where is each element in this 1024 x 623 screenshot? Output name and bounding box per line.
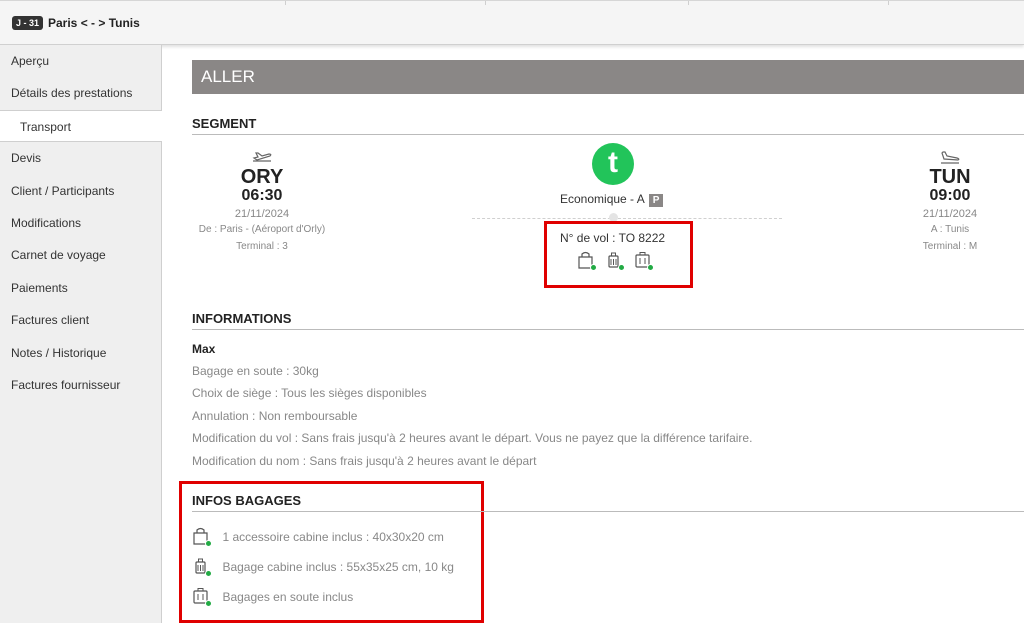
fare-name: Max <box>192 342 216 356</box>
baggage-icons <box>577 251 658 273</box>
flight-number: N° de vol : TO 8222 <box>560 231 666 245</box>
bagages-section-title: INFOS BAGAGES <box>192 493 1024 512</box>
sidebar-item-details-prestations[interactable]: Détails des prestations <box>0 77 161 109</box>
sidebar-item-paiements[interactable]: Paiements <box>0 272 161 304</box>
airline-logo: t <box>592 143 634 185</box>
included-dot <box>205 600 212 607</box>
cabin-class-label: Economique - A <box>560 192 645 206</box>
included-dot <box>205 540 212 547</box>
arrival-block: TUN 09:00 21/11/2024 A : Tunis Terminal … <box>860 149 1024 252</box>
baggage-row: Bagage cabine inclus : 55x35x25 cm, 10 k… <box>192 557 454 579</box>
sidebar-item-factures-client[interactable]: Factures client <box>0 304 161 336</box>
sidebar-item-transport[interactable]: Transport <box>0 109 162 143</box>
included-dot <box>205 570 212 577</box>
info-line: Choix de siège : Tous les sièges disponi… <box>192 386 427 400</box>
top-bar: J - 31 Paris < - > Tunis <box>0 0 1024 45</box>
checked-bag-icon <box>634 251 654 271</box>
informations-section-title: INFORMATIONS <box>192 311 1024 330</box>
tab-separator <box>285 1 286 5</box>
arrival-terminal: Terminal : M <box>922 241 978 252</box>
arrival-date: 21/11/2024 <box>922 208 978 220</box>
bag-accessory-icon <box>192 527 212 547</box>
arrival-code: TUN <box>929 166 971 188</box>
trip-route-title: Paris < - > Tunis <box>48 16 140 30</box>
landing-icon <box>860 149 1024 167</box>
cabin-class: Economique - AP <box>560 192 664 207</box>
tab-separator <box>688 1 689 5</box>
main-content: ALLER SEGMENT ORY 06:30 21/11/2024 De : … <box>179 45 1024 623</box>
departure-time: 06:30 <box>241 187 283 204</box>
route-dash-line <box>472 218 782 219</box>
takeoff-icon <box>172 149 352 167</box>
sidebar-item-client-participants[interactable]: Client / Participants <box>0 175 161 207</box>
sidebar: Aperçu Détails des prestations Transport… <box>0 45 162 623</box>
departure-date: 21/11/2024 <box>234 208 290 220</box>
arrival-place: A : Tunis <box>930 224 970 235</box>
info-line: Annulation : Non remboursable <box>192 409 358 423</box>
fare-class-badge: P <box>648 194 664 207</box>
baggage-row: 1 accessoire cabine inclus : 40x30x20 cm <box>192 527 444 549</box>
info-line: Bagage en soute : 30kg <box>192 364 319 378</box>
sidebar-item-factures-fournisseur[interactable]: Factures fournisseur <box>0 369 161 401</box>
baggage-text: 1 accessoire cabine inclus : 40x30x20 cm <box>222 530 444 544</box>
direction-banner: ALLER <box>192 60 1024 94</box>
segment-section-title: SEGMENT <box>192 116 1024 135</box>
checked-bag-icon <box>192 587 212 607</box>
baggage-text: Bagages en soute inclus <box>222 590 354 604</box>
departure-terminal: Terminal : 3 <box>236 241 288 252</box>
sidebar-item-apercu[interactable]: Aperçu <box>0 45 161 77</box>
sidebar-item-notes-historique[interactable]: Notes / Historique <box>0 337 161 369</box>
cabin-suitcase-icon <box>605 251 626 271</box>
sidebar-item-modifications[interactable]: Modifications <box>0 207 161 239</box>
baggage-text: Bagage cabine inclus : 55x35x25 cm, 10 k… <box>222 560 454 574</box>
baggage-row: Bagages en soute inclus <box>192 587 353 609</box>
included-dot <box>646 264 654 271</box>
sidebar-item-carnet-voyage[interactable]: Carnet de voyage <box>0 239 161 271</box>
departure-block: ORY 06:30 21/11/2024 De : Paris - (Aérop… <box>172 149 352 252</box>
days-remaining-badge: J - 31 <box>12 16 44 30</box>
included-dot <box>590 264 597 271</box>
info-line: Modification du nom : Sans frais jusqu'à… <box>192 454 537 468</box>
included-dot <box>618 264 626 271</box>
cabin-suitcase-icon <box>192 557 212 577</box>
departure-code: ORY <box>240 166 284 188</box>
bag-accessory-icon <box>577 251 597 271</box>
tab-separator <box>888 1 889 5</box>
info-line: Modification du vol : Sans frais jusqu'à… <box>192 431 753 445</box>
departure-place: De : Paris - (Aéroport d'Orly) <box>198 224 326 235</box>
arrival-time: 09:00 <box>929 187 971 204</box>
sidebar-item-devis[interactable]: Devis <box>0 142 161 174</box>
tab-separator <box>485 1 486 5</box>
